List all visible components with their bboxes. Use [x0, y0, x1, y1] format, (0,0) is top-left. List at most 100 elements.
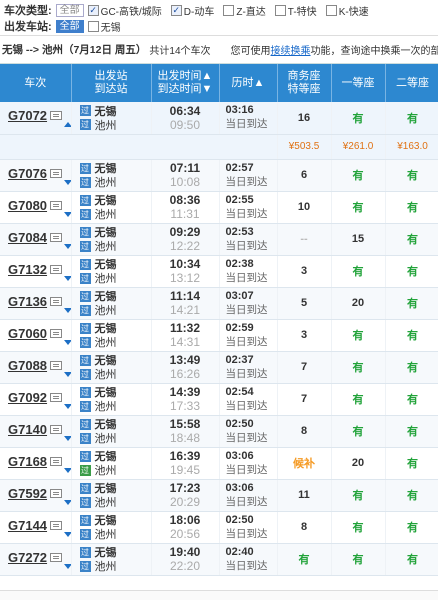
first-class-availability[interactable]: 有 [353, 266, 364, 278]
transfer-link[interactable]: 接续换乘 [271, 46, 311, 57]
first-class-availability[interactable]: 有 [353, 202, 364, 214]
business-seat-cell[interactable]: 7 [277, 351, 332, 384]
second-class-availability[interactable]: 有 [407, 554, 418, 566]
checkbox-icon[interactable] [223, 4, 235, 16]
train-number-link[interactable]: G7592 [8, 486, 47, 501]
second-class-cell[interactable]: 有 [385, 223, 438, 256]
second-class-cell[interactable]: 有 [385, 543, 438, 576]
second-class-availability[interactable]: 有 [407, 170, 418, 182]
first-class-cell[interactable]: 有 [331, 511, 386, 544]
first-class-availability[interactable]: 有 [353, 113, 364, 125]
business-seat-availability[interactable]: -- [300, 233, 307, 245]
first-class-cell[interactable]: 有 [331, 479, 386, 512]
second-class-cell[interactable]: 有 [385, 255, 438, 288]
train-number-link[interactable]: G7076 [8, 166, 47, 181]
second-class-cell[interactable]: 有 [385, 102, 438, 135]
first-class-availability[interactable]: 有 [353, 362, 364, 374]
business-seat-cell[interactable]: 3 [277, 319, 332, 352]
filter-d[interactable]: ✓ D-动车 [170, 3, 214, 18]
schedule-icon[interactable] [50, 424, 63, 434]
checkbox-icon[interactable] [87, 20, 99, 32]
second-class-availability[interactable]: 有 [407, 362, 418, 374]
first-class-availability[interactable]: 有 [353, 490, 364, 502]
table-row[interactable]: G7136 过无锡过池州 11:14 14:21 03:07 当日到达 5 20 有 [0, 287, 438, 320]
first-class-cell[interactable]: 有 [331, 383, 386, 416]
schedule-icon[interactable] [50, 111, 63, 121]
schedule-icon[interactable] [50, 232, 63, 242]
table-row[interactable]: G7072 过无锡过池州 06:34 09:50 03:16 当日到达 16 有有 [0, 102, 438, 135]
checkbox-checked-icon[interactable]: ✓ [87, 4, 99, 16]
first-class-cell[interactable]: 有 [331, 102, 386, 135]
filter-t[interactable]: T-特快 [274, 3, 317, 18]
second-class-cell[interactable]: 有 [385, 511, 438, 544]
second-class-cell[interactable]: 有 [385, 351, 438, 384]
train-number-link[interactable]: G7144 [8, 518, 47, 533]
filter-station-wuxi[interactable]: 无锡 [87, 19, 121, 34]
business-seat-availability[interactable]: 7 [301, 393, 307, 405]
second-class-cell[interactable]: 有 [385, 447, 438, 480]
schedule-icon[interactable] [50, 168, 63, 178]
header-time-sort[interactable]: 出发时间▲ 到达时间▼ [151, 64, 220, 102]
checkbox-checked-icon[interactable]: ✓ [170, 4, 182, 16]
first-class-cell[interactable]: 有 [331, 159, 386, 192]
table-row[interactable]: G7592 过无锡过池州 17:23 20:29 03:06 当日到达 11 有有 [0, 479, 438, 512]
first-class-availability[interactable]: 20 [352, 297, 364, 309]
second-class-availability[interactable]: 有 [407, 522, 418, 534]
second-class-cell[interactable]: 有 [385, 319, 438, 352]
second-class-cell[interactable]: 有 [385, 479, 438, 512]
table-row[interactable]: G7060 过无锡过池州 11:32 14:31 02:59 当日到达 3 有有 [0, 319, 438, 352]
second-class-availability[interactable]: 有 [407, 394, 418, 406]
schedule-icon[interactable] [50, 200, 63, 210]
filter-z[interactable]: Z-直达 [223, 3, 266, 18]
schedule-icon[interactable] [50, 392, 63, 402]
first-class-availability[interactable]: 有 [353, 330, 364, 342]
second-class-availability[interactable]: 有 [407, 113, 418, 125]
business-seat-availability[interactable]: 8 [301, 521, 307, 533]
train-number-link[interactable]: G7060 [8, 326, 47, 341]
second-class-availability[interactable]: 有 [407, 458, 418, 470]
train-number-link[interactable]: G7132 [8, 262, 47, 277]
checkbox-icon[interactable] [325, 4, 337, 16]
business-seat-availability[interactable]: 11 [298, 489, 310, 501]
business-seat-cell[interactable]: 8 [277, 511, 332, 544]
table-row[interactable]: G7076 过无锡过池州 07:11 10:08 02:57 当日到达 6 有有 [0, 159, 438, 192]
first-class-availability[interactable]: 有 [353, 426, 364, 438]
train-number-link[interactable]: G7272 [8, 550, 47, 565]
table-row[interactable]: G7132 过无锡过池州 10:34 13:12 02:38 当日到达 3 有有 [0, 255, 438, 288]
business-seat-availability[interactable]: 候补 [293, 458, 315, 470]
first-class-cell[interactable]: 有 [331, 351, 386, 384]
first-class-availability[interactable]: 有 [353, 554, 364, 566]
second-class-availability[interactable]: 有 [407, 490, 418, 502]
train-number-link[interactable]: G7072 [8, 108, 47, 123]
business-seat-cell[interactable]: 候补 [277, 447, 332, 480]
business-seat-availability[interactable]: 7 [301, 361, 307, 373]
train-number-link[interactable]: G7080 [8, 198, 47, 213]
checkbox-icon[interactable] [274, 4, 286, 16]
second-class-availability[interactable]: 有 [407, 202, 418, 214]
first-class-cell[interactable]: 有 [331, 319, 386, 352]
table-row[interactable]: G7168 过无锡过池州 16:39 19:45 03:06 当日到达 候补 20 有 [0, 447, 438, 480]
schedule-icon[interactable] [50, 328, 63, 338]
train-type-all-button[interactable]: 全部 [55, 3, 84, 17]
business-seat-availability[interactable]: 3 [301, 265, 307, 277]
first-class-cell[interactable]: 有 [331, 255, 386, 288]
business-seat-cell[interactable]: 7 [277, 383, 332, 416]
train-number-link[interactable]: G7168 [8, 454, 47, 469]
station-all-button[interactable]: 全部 [55, 19, 84, 33]
train-number-link[interactable]: G7136 [8, 294, 47, 309]
first-class-availability[interactable]: 有 [353, 394, 364, 406]
schedule-icon[interactable] [50, 456, 63, 466]
header-duration-sort[interactable]: 历时▲ [219, 64, 278, 102]
second-class-cell[interactable]: 有 [385, 287, 438, 320]
business-seat-cell[interactable]: 3 [277, 255, 332, 288]
second-class-availability[interactable]: 有 [407, 426, 418, 438]
business-seat-cell[interactable]: -- [277, 223, 332, 256]
first-class-cell[interactable]: 20 [331, 447, 386, 480]
second-class-cell[interactable]: 有 [385, 383, 438, 416]
table-row[interactable]: G7272 过无锡过池州 19:40 22:20 02:40 当日到达有有有 [0, 543, 438, 576]
schedule-icon[interactable] [50, 360, 63, 370]
filter-k[interactable]: K-快速 [325, 3, 369, 18]
first-class-cell[interactable]: 15 [331, 223, 386, 256]
business-seat-availability[interactable]: 10 [298, 201, 310, 213]
second-class-availability[interactable]: 有 [407, 234, 418, 246]
